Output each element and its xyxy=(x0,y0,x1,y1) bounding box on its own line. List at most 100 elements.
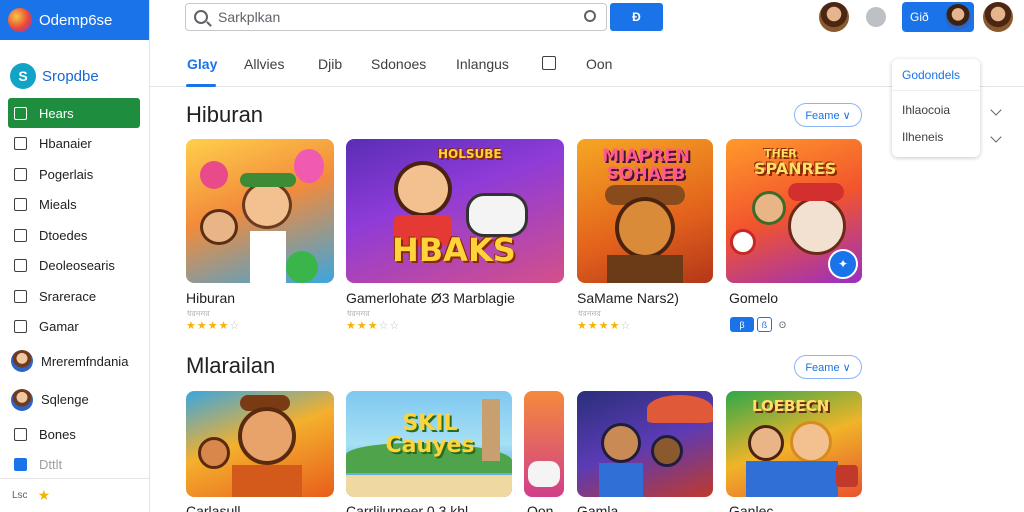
game-card-image[interactable]: HOLSUBE HBAKS xyxy=(346,139,564,283)
app-title[interactable]: S Sropdbe xyxy=(0,40,149,96)
nav-icon xyxy=(14,167,27,181)
game-art-title: LOEBECN xyxy=(752,397,830,415)
character-face xyxy=(601,423,641,463)
tab-oon[interactable]: Oon xyxy=(586,56,612,72)
game-title[interactable]: Gomelo xyxy=(729,290,778,306)
account-label: Gið xyxy=(910,10,929,24)
tab-inlangus[interactable]: Inlangus xyxy=(456,56,509,72)
character-shirt xyxy=(250,231,286,283)
badge-chip[interactable]: ß xyxy=(757,317,772,332)
game-art-title: SKIL Cauyes xyxy=(385,411,475,458)
character-face xyxy=(651,435,683,467)
sidebar-item-dtoedes[interactable]: Dtoedes xyxy=(8,220,140,250)
dropdown-header[interactable]: Godondels xyxy=(892,59,980,91)
balloon-shape xyxy=(294,149,324,183)
sidebar-item-deoleosearis[interactable]: Deoleosearis xyxy=(8,251,140,281)
account-avatar xyxy=(945,4,971,30)
game-card-image[interactable]: SKIL Cauyes xyxy=(346,391,512,497)
sidebar-item-label: Dtoedes xyxy=(39,227,88,243)
game-art-title: SPANRES xyxy=(754,159,837,178)
game-title[interactable]: Hiburan xyxy=(186,290,235,306)
game-card-image[interactable] xyxy=(524,391,564,497)
badge-chip[interactable]: β xyxy=(730,317,754,332)
tab-djib[interactable]: Djib xyxy=(318,56,342,72)
filter-button[interactable]: Feame ∨ xyxy=(794,355,862,379)
calendar-icon[interactable] xyxy=(542,56,556,70)
sidebar-footer[interactable]: Lsc ★ xyxy=(0,478,149,512)
sidebar-item-hears[interactable]: Hears xyxy=(8,98,140,128)
tab-allvies[interactable]: Allvies xyxy=(244,56,284,72)
sidebar-item-label: Sqlenge xyxy=(41,392,89,407)
sidebar-item-srarerace[interactable]: Srarerace xyxy=(8,281,140,311)
filter-button[interactable]: Feame ∨ xyxy=(794,103,862,127)
game-card-image[interactable]: MIAPREN SOHAEB xyxy=(577,139,713,283)
sidebar-item-dttlt[interactable]: Dttlt xyxy=(8,450,140,480)
search-input[interactable]: Sarkplkan xyxy=(218,9,280,25)
chevron-down-icon[interactable] xyxy=(990,131,1002,143)
gamepad-icon xyxy=(528,461,560,487)
brand-header[interactable]: Odemp6se xyxy=(0,0,149,40)
game-card-image[interactable]: LOEBECN xyxy=(726,391,862,497)
dropdown-menu: Godondels Ihlaocoia Ilheneis xyxy=(892,59,980,157)
sidebar-nav: Hears Hbanaier Pogerlais Mieals Dtoedes Deole… xyxy=(8,98,140,480)
account-button[interactable]: Gið xyxy=(902,2,974,32)
game-title[interactable]: Carrlilurneer 0.3 khl xyxy=(346,503,468,512)
gear-icon[interactable] xyxy=(866,7,886,27)
app-name: Sropdbe xyxy=(42,67,99,85)
nav-icon xyxy=(14,427,27,441)
search-icon xyxy=(194,10,208,24)
sidebar-item-bones[interactable]: Bones xyxy=(8,419,140,449)
game-card-image[interactable] xyxy=(186,139,334,283)
app-logo-icon: S xyxy=(10,63,36,89)
brand-name: Odemp6se xyxy=(39,11,113,29)
sidebar-item-sqlenge[interactable]: Sqlenge xyxy=(8,381,140,419)
sidebar-item-label: Srarerace xyxy=(39,288,97,304)
dropdown-item[interactable]: Ihlaocoia xyxy=(892,96,980,123)
nav-icon xyxy=(14,320,27,333)
chevron-down-icon[interactable] xyxy=(990,104,1002,116)
sidebar-item-pogerlais[interactable]: Pogerlais xyxy=(8,159,140,189)
game-card-image[interactable] xyxy=(577,391,713,497)
search-button[interactable]: Ð xyxy=(610,3,663,31)
character-body xyxy=(607,255,683,283)
balloon-shape xyxy=(286,251,318,283)
character-face xyxy=(242,181,292,229)
game-title[interactable]: Oon xyxy=(527,503,553,512)
game-card-image[interactable] xyxy=(186,391,334,497)
character-face xyxy=(748,425,784,461)
search-bar[interactable]: Sarkplkan xyxy=(185,3,607,31)
user-search-icon[interactable] xyxy=(584,10,596,22)
character-face xyxy=(730,229,756,255)
character-face xyxy=(615,197,675,259)
avatar[interactable] xyxy=(819,2,849,32)
tower-shape xyxy=(482,399,500,461)
game-title[interactable]: Gamerlohate Ø3 Marblagie xyxy=(346,290,515,306)
sidebar-item-label: Hears xyxy=(39,105,74,121)
character-face xyxy=(788,197,846,255)
sidebar-item-mreremfndania[interactable]: Mreremfndania xyxy=(8,342,140,380)
game-title[interactable]: Ganlec xyxy=(729,503,773,512)
avatar xyxy=(11,388,33,411)
sidebar-item-mieals[interactable]: Mieals xyxy=(8,190,140,220)
sidebar-item-hbanaier[interactable]: Hbanaier xyxy=(8,129,140,159)
footer-label: Lsc xyxy=(12,490,28,501)
balloon-shape xyxy=(200,161,228,189)
game-title[interactable]: SaMame Nars2) xyxy=(577,290,679,306)
active-tab-indicator xyxy=(186,84,216,87)
badge-row: β ß ʘ xyxy=(730,317,790,332)
game-title[interactable]: Carlasull xyxy=(186,503,240,512)
star-rating: ★★★★☆ xyxy=(186,320,241,332)
dropdown-item[interactable]: Ilheneis xyxy=(892,123,980,150)
tab-glay[interactable]: Glay xyxy=(187,56,217,72)
avatar xyxy=(11,350,33,372)
character-face xyxy=(790,421,832,463)
game-art-title: MIAPREN SOHAEB xyxy=(602,146,690,184)
badge-chip[interactable]: ʘ xyxy=(775,317,790,332)
profile-avatar[interactable] xyxy=(983,2,1013,32)
game-card-image[interactable]: THER SPANRES ✦ xyxy=(726,139,862,283)
sidebar-item-gamar[interactable]: Gamar xyxy=(8,312,140,342)
nav-icon xyxy=(14,259,27,272)
nav-icon xyxy=(14,198,27,211)
tab-sdonoes[interactable]: Sdonoes xyxy=(371,56,426,72)
game-title[interactable]: Gamla xyxy=(577,503,618,512)
